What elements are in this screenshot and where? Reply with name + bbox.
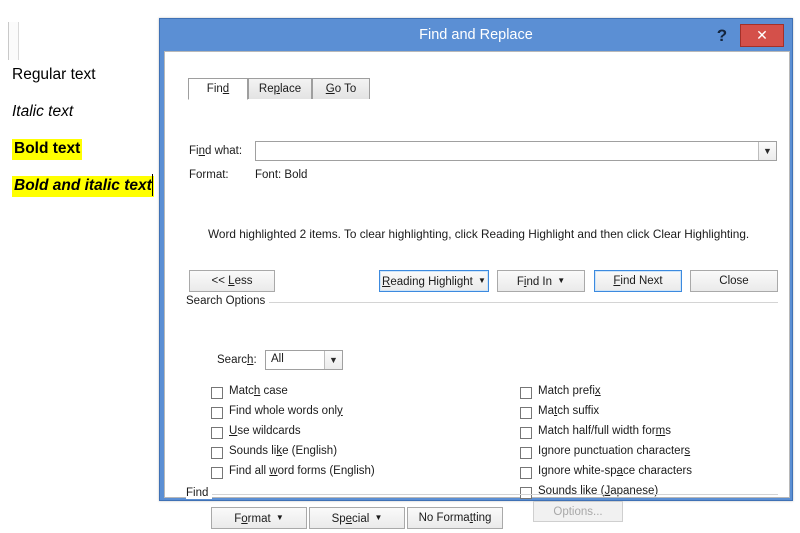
checkbox-box[interactable] <box>211 467 223 479</box>
checkbox-label: Match half/full width forms <box>538 425 671 437</box>
status-message: Word highlighted 2 items. To clear highl… <box>208 227 750 241</box>
search-scope-select[interactable]: All ▼ <box>265 350 343 370</box>
find-what-input[interactable] <box>260 144 758 161</box>
find-group <box>186 494 778 495</box>
tab-find[interactable]: Find <box>188 78 248 100</box>
search-options-legend: Search Options <box>186 295 270 307</box>
checkbox-label: Match prefix <box>538 385 601 397</box>
chevron-down-icon: ▼ <box>374 513 383 522</box>
format-button[interactable]: Format ▼ <box>211 507 307 529</box>
chevron-down-icon[interactable]: ▼ <box>324 351 342 369</box>
no-formatting-button[interactable]: No Formatting <box>407 507 503 529</box>
checkbox-label: Find whole words only <box>229 405 343 417</box>
format-label: Format: <box>189 169 229 181</box>
find-what-label: Find what: <box>189 145 243 157</box>
tab-replace-label: Replace <box>258 83 302 95</box>
checkbox-label: Ignore punctuation characters <box>538 445 691 457</box>
options-button: Options... <box>533 501 623 522</box>
checkbox-label: Sounds like (English) <box>229 445 338 457</box>
chevron-down-icon[interactable]: ▼ <box>758 142 776 160</box>
document-line-italic: Italic text <box>12 103 74 120</box>
checkbox-box[interactable] <box>211 407 223 419</box>
tab-find-label: Find <box>206 83 230 95</box>
find-in-button[interactable]: Find In ▼ <box>497 270 585 292</box>
checkbox-box[interactable] <box>520 427 532 439</box>
find-group-legend: Find <box>186 487 213 499</box>
search-scope-label: Search: <box>217 354 257 366</box>
checkbox-box[interactable] <box>520 407 532 419</box>
tab-replace[interactable]: Replace <box>248 78 312 100</box>
dialog-titlebar[interactable]: Find and Replace ? ✕ <box>160 19 792 55</box>
document-line-bold-italic-highlighted: Bold and italic text <box>12 176 154 197</box>
document-line-bold-highlighted: Bold text <box>12 139 83 160</box>
checkbox-label: Match case <box>229 385 288 397</box>
format-value: Font: Bold <box>255 169 308 181</box>
chevron-down-icon: ▼ <box>557 276 566 285</box>
special-button[interactable]: Special ▼ <box>309 507 405 529</box>
tab-go-to[interactable]: Go To <box>312 78 370 100</box>
checkbox-box[interactable] <box>520 387 532 399</box>
reading-highlight-button[interactable]: Reading Highlight ▼ <box>379 270 489 292</box>
find-and-replace-dialog: Find and Replace ? ✕ Find Replace Go To … <box>159 18 793 529</box>
less-button[interactable]: << Less <box>189 270 275 292</box>
help-icon[interactable]: ? <box>710 24 734 48</box>
checkbox-label: Find all word forms (English) <box>229 465 375 477</box>
checkbox-label: Ignore white-space characters <box>538 465 693 477</box>
dialog-body: Find Replace Go To Find what: ▼ Format: … <box>164 51 790 529</box>
checkbox-box[interactable] <box>520 467 532 479</box>
find-next-button[interactable]: Find Next <box>594 270 682 292</box>
find-what-combobox[interactable]: ▼ <box>255 141 777 161</box>
document-line-regular: Regular text <box>12 66 96 83</box>
checkbox-label: Use wildcards <box>229 425 301 437</box>
checkbox-box[interactable] <box>520 447 532 459</box>
dialog-title: Find and Replace <box>419 27 533 43</box>
checkbox-label: Match suffix <box>538 405 600 417</box>
checkbox-box[interactable] <box>520 487 532 499</box>
checkbox-box[interactable] <box>211 447 223 459</box>
chevron-down-icon: ▼ <box>478 276 486 285</box>
close-button[interactable]: Close <box>690 270 778 292</box>
checkbox-label: Sounds like (Japanese) <box>538 485 659 497</box>
close-icon[interactable]: ✕ <box>740 24 784 47</box>
page-margin-marker <box>8 22 19 60</box>
text-caret <box>152 174 153 196</box>
tab-panel-find: Find what: ▼ Format: Font: Bold Word hig… <box>175 99 780 529</box>
chevron-down-icon: ▼ <box>275 513 284 522</box>
checkbox-box[interactable] <box>211 387 223 399</box>
search-scope-value: All <box>271 353 284 365</box>
tab-go-to-label: Go To <box>325 83 357 95</box>
checkbox-box[interactable] <box>211 427 223 439</box>
tab-strip: Find Replace Go To <box>175 78 780 101</box>
